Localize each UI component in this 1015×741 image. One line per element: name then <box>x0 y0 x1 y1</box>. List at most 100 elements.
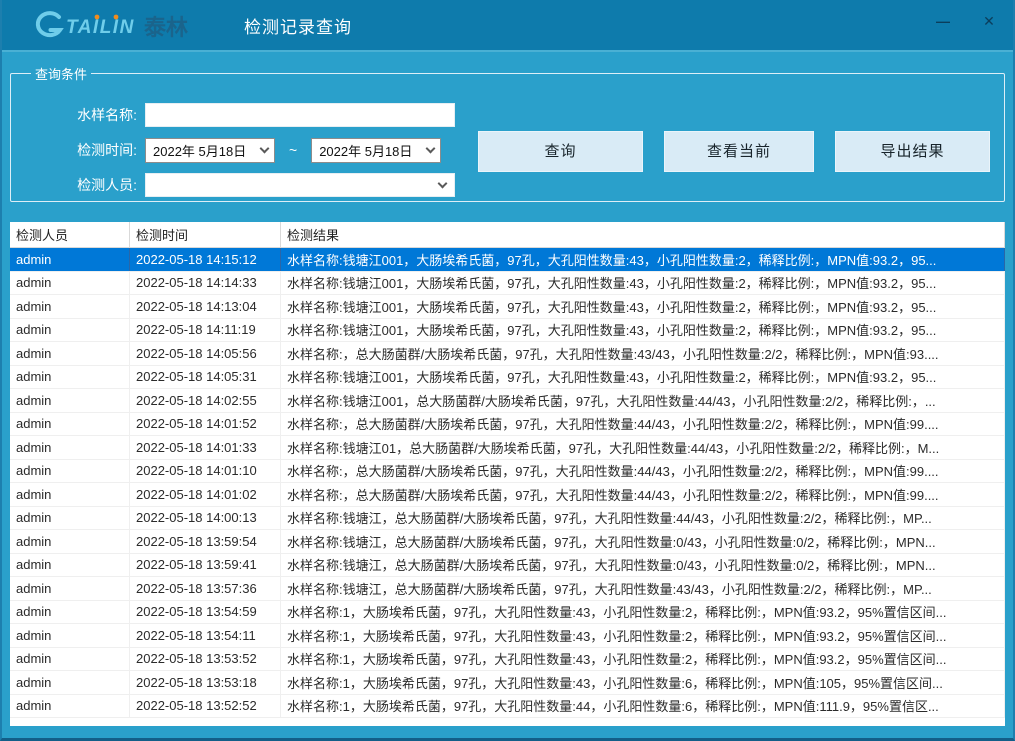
cell-person: admin <box>10 507 130 530</box>
cell-result: 水样名称:钱塘江，总大肠菌群/大肠埃希氏菌，97孔，大孔阳性数量:44/43，小… <box>281 507 1005 530</box>
cell-person: admin <box>10 695 130 718</box>
start-date-picker[interactable]: 2022年 5月18日 <box>145 138 275 163</box>
chevron-down-icon <box>426 143 436 153</box>
query-button[interactable]: 查询 <box>478 131 643 172</box>
cell-result: 水样名称:钱塘江001，总大肠菌群/大肠埃希氏菌，97孔，大孔阳性数量:44/4… <box>281 389 1005 412</box>
cell-person: admin <box>10 648 130 671</box>
cell-person: admin <box>10 295 130 318</box>
cell-result: 水样名称:钱塘江001，大肠埃希氏菌，97孔，大孔阳性数量:43，小孔阳性数量:… <box>281 319 1005 342</box>
cell-person: admin <box>10 366 130 389</box>
end-date-value: 2022年 5月18日 <box>319 141 412 160</box>
cell-person: admin <box>10 601 130 624</box>
table-row[interactable]: admin2022-05-18 14:15:12水样名称:钱塘江001，大肠埃希… <box>10 248 1005 272</box>
cell-result: 水样名称:钱塘江001，大肠埃希氏菌，97孔，大孔阳性数量:43，小孔阳性数量:… <box>281 295 1005 318</box>
table-row[interactable]: admin2022-05-18 14:01:02水样名称:，总大肠菌群/大肠埃希… <box>10 483 1005 507</box>
cell-result: 水样名称:1，大肠埃希氏菌，97孔，大孔阳性数量:43，小孔阳性数量:2，稀释比… <box>281 648 1005 671</box>
cell-time: 2022-05-18 13:52:52 <box>130 695 281 718</box>
cell-time: 2022-05-18 14:13:04 <box>130 295 281 318</box>
table-row[interactable]: admin2022-05-18 14:14:33水样名称:钱塘江001，大肠埃希… <box>10 272 1005 296</box>
cell-time: 2022-05-18 14:14:33 <box>130 272 281 295</box>
cell-time: 2022-05-18 13:53:52 <box>130 648 281 671</box>
cell-time: 2022-05-18 14:00:13 <box>130 507 281 530</box>
table-row[interactable]: admin2022-05-18 13:59:41水样名称:钱塘江，总大肠菌群/大… <box>10 554 1005 578</box>
cell-person: admin <box>10 272 130 295</box>
cell-person: admin <box>10 389 130 412</box>
titlebar: TAILIN 泰林 检测记录查询 — ✕ <box>2 0 1013 52</box>
table-row[interactable]: admin2022-05-18 14:00:13水样名称:钱塘江，总大肠菌群/大… <box>10 507 1005 531</box>
end-date-picker[interactable]: 2022年 5月18日 <box>311 138 441 163</box>
logo-dot-1 <box>95 15 100 20</box>
cell-result: 水样名称:钱塘江001，大肠埃希氏菌，97孔，大孔阳性数量:43，小孔阳性数量:… <box>281 248 1005 271</box>
cell-time: 2022-05-18 14:01:10 <box>130 460 281 483</box>
logo-cn-text: 泰林 <box>143 15 188 40</box>
minimize-button[interactable]: — <box>933 12 953 30</box>
detect-person-row: 检测人员: <box>25 172 990 198</box>
cell-time: 2022-05-18 13:54:11 <box>130 624 281 647</box>
table-body: admin2022-05-18 14:15:12水样名称:钱塘江001，大肠埃希… <box>10 248 1005 718</box>
cell-person: admin <box>10 460 130 483</box>
cell-person: admin <box>10 342 130 365</box>
cell-time: 2022-05-18 14:05:56 <box>130 342 281 365</box>
cell-time: 2022-05-18 13:54:59 <box>130 601 281 624</box>
table-row[interactable]: admin2022-05-18 14:01:52水样名称:，总大肠菌群/大肠埃希… <box>10 413 1005 437</box>
table-row[interactable]: admin2022-05-18 13:52:52水样名称:1，大肠埃希氏菌，97… <box>10 695 1005 719</box>
table-row[interactable]: admin2022-05-18 13:54:11水样名称:1，大肠埃希氏菌，97… <box>10 624 1005 648</box>
cell-time: 2022-05-18 13:59:54 <box>130 530 281 553</box>
cell-result: 水样名称:1，大肠埃希氏菌，97孔，大孔阳性数量:43，小孔阳性数量:6，稀释比… <box>281 671 1005 694</box>
column-header-result[interactable]: 检测结果 <box>281 222 1005 247</box>
query-conditions-panel: 查询条件 水样名称: 检测时间: 2022年 5月18日 ~ 2022年 5月1… <box>10 64 1005 202</box>
table-row[interactable]: admin2022-05-18 14:01:33水样名称:钱塘江01，总大肠菌群… <box>10 436 1005 460</box>
results-table: 检测人员 检测时间 检测结果 admin2022-05-18 14:15:12水… <box>10 222 1005 726</box>
cell-person: admin <box>10 671 130 694</box>
column-header-person[interactable]: 检测人员 <box>10 222 130 247</box>
table-row[interactable]: admin2022-05-18 14:05:56水样名称:，总大肠菌群/大肠埃希… <box>10 342 1005 366</box>
cell-result: 水样名称:，总大肠菌群/大肠埃希氏菌，97孔，大孔阳性数量:43/43，小孔阳性… <box>281 342 1005 365</box>
cell-time: 2022-05-18 14:01:33 <box>130 436 281 459</box>
table-row[interactable]: admin2022-05-18 13:57:36水样名称:钱塘江，总大肠菌群/大… <box>10 577 1005 601</box>
sample-name-label: 水样名称: <box>25 105 137 125</box>
cell-time: 2022-05-18 14:05:31 <box>130 366 281 389</box>
detect-time-label: 检测时间: <box>25 140 137 160</box>
view-current-button[interactable]: 查看当前 <box>664 131 814 172</box>
table-row[interactable]: admin2022-05-18 13:53:18水样名称:1，大肠埃希氏菌，97… <box>10 671 1005 695</box>
cell-time: 2022-05-18 13:57:36 <box>130 577 281 600</box>
table-row[interactable]: admin2022-05-18 14:02:55水样名称:钱塘江001，总大肠菌… <box>10 389 1005 413</box>
table-row[interactable]: admin2022-05-18 14:11:19水样名称:钱塘江001，大肠埃希… <box>10 319 1005 343</box>
svg-text:TAILIN: TAILIN <box>66 17 135 38</box>
table-row[interactable]: admin2022-05-18 14:01:10水样名称:，总大肠菌群/大肠埃希… <box>10 460 1005 484</box>
detect-person-select[interactable] <box>145 173 455 197</box>
window-title: 检测记录查询 <box>244 13 352 38</box>
cell-time: 2022-05-18 14:15:12 <box>130 248 281 271</box>
cell-person: admin <box>10 413 130 436</box>
close-button[interactable]: ✕ <box>979 12 999 30</box>
table-row[interactable]: admin2022-05-18 14:05:31水样名称:钱塘江001，大肠埃希… <box>10 366 1005 390</box>
cell-result: 水样名称:，总大肠菌群/大肠埃希氏菌，97孔，大孔阳性数量:44/43，小孔阳性… <box>281 413 1005 436</box>
cell-result: 水样名称:钱塘江，总大肠菌群/大肠埃希氏菌，97孔，大孔阳性数量:0/43，小孔… <box>281 554 1005 577</box>
cell-result: 水样名称:1，大肠埃希氏菌，97孔，大孔阳性数量:43，小孔阳性数量:2，稀释比… <box>281 601 1005 624</box>
start-date-value: 2022年 5月18日 <box>153 141 246 160</box>
cell-person: admin <box>10 624 130 647</box>
table-row[interactable]: admin2022-05-18 13:54:59水样名称:1，大肠埃希氏菌，97… <box>10 601 1005 625</box>
cell-time: 2022-05-18 14:11:19 <box>130 319 281 342</box>
tailin-logo: TAILIN 泰林 <box>30 7 198 43</box>
cell-person: admin <box>10 530 130 553</box>
sample-name-input[interactable] <box>145 103 455 127</box>
cell-result: 水样名称:钱塘江01，总大肠菌群/大肠埃希氏菌，97孔，大孔阳性数量:44/43… <box>281 436 1005 459</box>
table-row[interactable]: admin2022-05-18 13:59:54水样名称:钱塘江，总大肠菌群/大… <box>10 530 1005 554</box>
cell-result: 水样名称:钱塘江001，大肠埃希氏菌，97孔，大孔阳性数量:43，小孔阳性数量:… <box>281 366 1005 389</box>
tailin-logo-graphic: TAILIN 泰林 <box>30 7 198 43</box>
cell-result: 水样名称:，总大肠菌群/大肠埃希氏菌，97孔，大孔阳性数量:44/43，小孔阳性… <box>281 460 1005 483</box>
cell-time: 2022-05-18 14:01:52 <box>130 413 281 436</box>
cell-result: 水样名称:1，大肠埃希氏菌，97孔，大孔阳性数量:43，小孔阳性数量:2，稀释比… <box>281 624 1005 647</box>
cell-result: 水样名称:1，大肠埃希氏菌，97孔，大孔阳性数量:44，小孔阳性数量:6，稀释比… <box>281 695 1005 718</box>
cell-result: 水样名称:钱塘江，总大肠菌群/大肠埃希氏菌，97孔，大孔阳性数量:43/43，小… <box>281 577 1005 600</box>
column-header-time[interactable]: 检测时间 <box>130 222 281 247</box>
table-row[interactable]: admin2022-05-18 13:53:52水样名称:1，大肠埃希氏菌，97… <box>10 648 1005 672</box>
chevron-down-icon <box>260 143 270 153</box>
table-row[interactable]: admin2022-05-18 14:13:04水样名称:钱塘江001，大肠埃希… <box>10 295 1005 319</box>
cell-person: admin <box>10 436 130 459</box>
export-results-button[interactable]: 导出结果 <box>835 131 990 172</box>
window-controls: — ✕ <box>933 0 999 52</box>
cell-person: admin <box>10 483 130 506</box>
cell-time: 2022-05-18 14:02:55 <box>130 389 281 412</box>
